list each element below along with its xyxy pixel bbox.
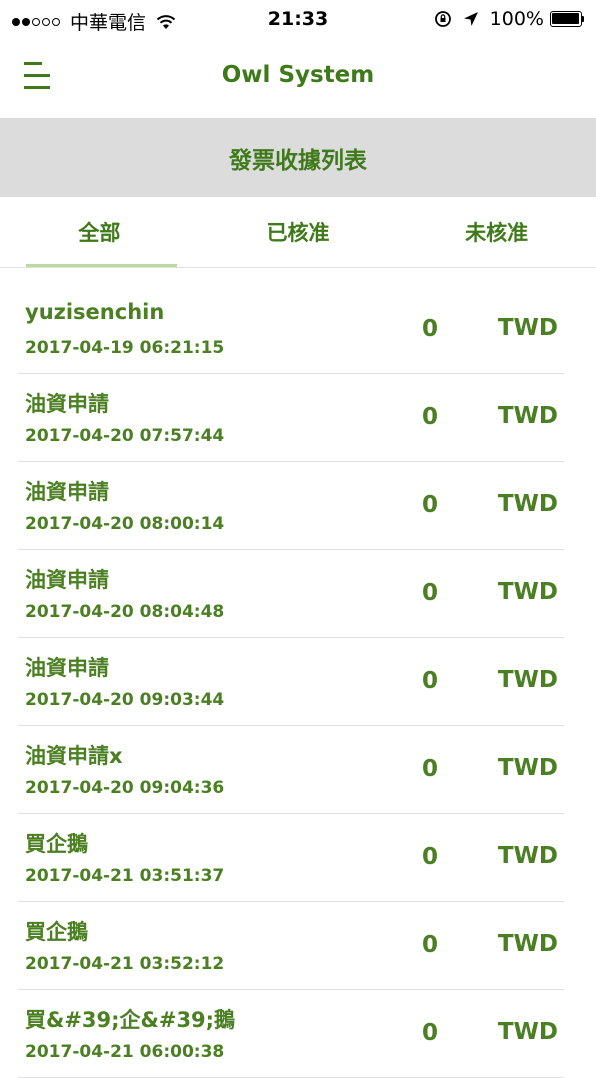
list-item[interactable]: 油資申請 2017-04-20 08:04:48 0 TWD — [18, 550, 564, 638]
record-name: 油資申請 — [25, 568, 109, 592]
record-datetime: 2017-04-21 06:00:38 — [25, 1042, 225, 1062]
record-amount: 0 — [422, 404, 439, 430]
record-amount: 0 — [422, 580, 439, 606]
app-title: Owl System — [221, 62, 375, 88]
tab-unapproved[interactable]: 未核准 — [397, 197, 596, 267]
record-datetime: 2017-04-20 07:57:44 — [25, 426, 225, 446]
list-item[interactable]: yuzisenchin 2017-04-19 06:21:15 0 TWD — [18, 286, 564, 374]
receipt-list: yuzisenchin 2017-04-19 06:21:15 0 TWD 油資… — [0, 286, 596, 1078]
record-currency: TWD — [497, 843, 558, 869]
record-amount: 0 — [422, 756, 439, 782]
record-datetime: 2017-04-20 08:04:48 — [25, 602, 225, 622]
list-item[interactable]: 買企鵝 2017-04-21 03:52:12 0 TWD — [18, 902, 564, 990]
status-bar-right: 100% — [434, 8, 584, 30]
record-name: 油資申請 — [25, 392, 109, 416]
record-currency: TWD — [497, 315, 558, 341]
record-currency: TWD — [497, 755, 558, 781]
rotation-lock-icon — [434, 11, 451, 27]
record-currency: TWD — [497, 579, 558, 605]
record-name: 油資申請 — [25, 480, 109, 504]
nav-bar: Owl System — [0, 40, 596, 118]
list-item[interactable]: 油資申請 2017-04-20 08:00:14 0 TWD — [18, 462, 564, 550]
record-amount: 0 — [422, 316, 439, 342]
list-item[interactable]: 油資申請 2017-04-20 07:57:44 0 TWD — [18, 374, 564, 462]
record-datetime: 2017-04-20 09:03:44 — [25, 690, 225, 710]
record-amount: 0 — [422, 1020, 439, 1046]
record-currency: TWD — [497, 403, 558, 429]
record-name: 買&#39;企&#39;鵝 — [25, 1008, 236, 1032]
record-datetime: 2017-04-19 06:21:15 — [25, 338, 225, 358]
record-datetime: 2017-04-21 03:51:37 — [25, 866, 225, 886]
record-currency: TWD — [497, 667, 558, 693]
list-item[interactable]: 油資申請x 2017-04-20 09:04:36 0 TWD — [18, 726, 564, 814]
list-item[interactable]: 買&#39;企&#39;鵝 2017-04-21 06:00:38 0 TWD — [18, 990, 564, 1078]
tab-all[interactable]: 全部 — [0, 197, 199, 267]
battery-percent: 100% — [489, 8, 544, 30]
page-title: 發票收據列表 — [0, 118, 596, 197]
record-name: yuzisenchin — [25, 300, 165, 324]
record-datetime: 2017-04-21 03:52:12 — [25, 954, 225, 974]
record-name: 油資申請 — [25, 656, 109, 680]
record-datetime: 2017-04-20 09:04:36 — [25, 778, 225, 798]
record-amount: 0 — [422, 844, 439, 870]
record-datetime: 2017-04-20 08:00:14 — [25, 514, 225, 534]
record-currency: TWD — [497, 931, 558, 957]
record-currency: TWD — [497, 1019, 558, 1045]
status-bar: 中華電信 21:33 100% — [0, 0, 596, 40]
record-amount: 0 — [422, 668, 439, 694]
list-item[interactable]: 油資申請 2017-04-20 09:03:44 0 TWD — [18, 638, 564, 726]
record-name: 油資申請x — [25, 744, 123, 768]
filter-tabs: 全部 已核准 未核准 — [0, 197, 596, 268]
list-item[interactable]: 買企鵝 2017-04-21 03:51:37 0 TWD — [18, 814, 564, 902]
location-arrow-icon — [463, 12, 478, 26]
battery-icon — [550, 11, 584, 27]
record-name: 買企鵝 — [25, 920, 88, 944]
record-amount: 0 — [422, 932, 439, 958]
tab-approved[interactable]: 已核准 — [199, 197, 398, 267]
record-name: 買企鵝 — [25, 832, 88, 856]
record-amount: 0 — [422, 492, 439, 518]
record-currency: TWD — [497, 491, 558, 517]
